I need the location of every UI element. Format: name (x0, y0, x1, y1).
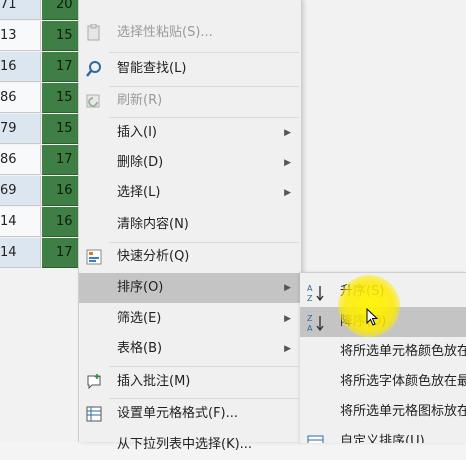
mouse-cursor-icon (366, 307, 380, 326)
cell-value: 16 (56, 214, 73, 229)
cell-value: 13 (0, 28, 17, 43)
submenu-item-label: 将所选单元格颜色放在最前面(C) (340, 344, 466, 359)
cell[interactable]: 14 (0, 207, 41, 237)
cell-value: 86 (0, 90, 17, 105)
format-cells-icon (85, 405, 103, 423)
menu-item-label: 插入批注(M) (117, 374, 191, 389)
cell[interactable]: 15 (42, 21, 80, 51)
menu-item-label: 插入(I) (117, 125, 157, 140)
cell-value: 15 (56, 121, 73, 136)
quick-analysis-icon (85, 248, 103, 266)
menu-item-smart-lookup[interactable]: 智能查找(L) (79, 54, 301, 84)
menu-item-label: 筛选(E) (117, 311, 162, 326)
menu-item-label: 删除(D) (117, 155, 164, 170)
submenu-arrow-icon: ▶ (284, 158, 291, 168)
menu-item-select[interactable]: 选择(L) ▶ (79, 178, 301, 208)
menu-item-label: 设置单元格格式(F)... (117, 406, 239, 421)
cell[interactable]: 86 (0, 83, 41, 113)
cell[interactable]: 17 (42, 145, 80, 175)
cell[interactable]: 15 (42, 114, 80, 144)
cell[interactable]: 86 (0, 145, 41, 175)
svg-text:Z: Z (307, 314, 313, 323)
cell[interactable]: 17 (42, 238, 80, 268)
paste-special-icon (85, 23, 103, 42)
cursor-highlight-spot (338, 275, 400, 337)
menu-item-pick-from-dropdown[interactable]: 从下拉列表中选择(K)... (79, 430, 301, 460)
submenu-item-font-color-first[interactable]: 将所选字体颜色放在最前面(F) (300, 367, 466, 397)
menu-item-label: 刷新(R) (117, 93, 163, 108)
cell[interactable]: 79 (0, 114, 41, 144)
svg-text:A: A (307, 284, 313, 293)
cell-value: 14 (0, 245, 17, 260)
menu-item-refresh[interactable]: 刷新(R) (79, 86, 301, 116)
refresh-icon (85, 92, 103, 110)
column-b-selected: 20 15 17 15 15 17 16 16 17 (42, 0, 80, 442)
menu-item-label: 快速分析(Q) (117, 249, 190, 264)
cell-value: 17 (56, 245, 73, 260)
cell-value: 79 (0, 121, 17, 136)
cell-value: 17 (56, 152, 73, 167)
cell[interactable]: 14 (0, 238, 41, 268)
submenu-arrow-icon: ▶ (284, 188, 291, 198)
cell-value: 69 (0, 183, 17, 198)
submenu-item-cell-color-first[interactable]: 将所选单元格颜色放在最前面(C) (300, 337, 466, 367)
menu-item-format-cells[interactable]: 设置单元格格式(F)... (79, 399, 301, 429)
cell-value: 20 (56, 0, 73, 12)
menu-item-filter[interactable]: 筛选(E) ▶ (79, 304, 301, 334)
cell-value: 71 (0, 0, 17, 12)
submenu-arrow-icon: ▶ (284, 283, 291, 293)
cell[interactable]: 20 (42, 0, 80, 20)
svg-text:A: A (307, 324, 313, 333)
submenu-arrow-icon: ▶ (284, 128, 291, 138)
cell[interactable]: 69 (0, 176, 41, 206)
cell-value: 15 (56, 90, 73, 105)
sort-descending-icon: ZA (306, 313, 326, 333)
cell-value: 16 (0, 59, 17, 74)
cell[interactable]: 17 (42, 52, 80, 82)
menu-separator (109, 52, 299, 53)
submenu-item-cell-icon-first[interactable]: 将所选单元格图标放在最前面(I) (300, 397, 466, 427)
menu-item-table[interactable]: 表格(B) ▶ (79, 334, 301, 364)
menu-item-delete[interactable]: 删除(D) ▶ (79, 148, 301, 178)
cell[interactable]: 15 (42, 83, 80, 113)
context-menu: 选择性粘贴(S)... 智能查找(L) 刷新(R) 插入(I) ▶ 删除(D) … (78, 0, 302, 452)
menu-item-label: 清除内容(N) (117, 217, 189, 232)
menu-item-label: 选择(L) (117, 185, 161, 200)
column-a: 71 13 16 86 79 86 69 14 14 (0, 0, 42, 442)
insert-comment-icon (85, 373, 103, 391)
cell[interactable]: 16 (42, 207, 80, 237)
submenu-item-custom-sort[interactable]: 自定义排序(U)... (300, 427, 466, 443)
submenu-item-label: 将所选单元格图标放在最前面(I) (340, 404, 466, 419)
cell-value: 86 (0, 152, 17, 167)
menu-item-clear-contents[interactable]: 清除内容(N) (79, 210, 301, 240)
menu-item-insert-comment[interactable]: 插入批注(M) (79, 367, 301, 397)
menu-item-paste-special[interactable]: 选择性粘贴(S)... (79, 18, 301, 48)
menu-item-label: 从下拉列表中选择(K)... (117, 437, 253, 452)
menu-item-label: 排序(O) (117, 280, 164, 295)
svg-text:Z: Z (307, 294, 313, 303)
submenu-arrow-icon: ▶ (284, 344, 291, 354)
cell-value: 16 (56, 183, 73, 198)
smart-lookup-icon (85, 60, 103, 78)
submenu-arrow-icon: ▶ (284, 314, 291, 324)
menu-item-sort[interactable]: 排序(O) ▶ (79, 273, 301, 303)
cell[interactable]: 13 (0, 21, 41, 51)
cell[interactable]: 16 (0, 52, 41, 82)
cell[interactable]: 71 (0, 0, 41, 20)
menu-item-label: 智能查找(L) (117, 61, 187, 76)
cell-value: 17 (56, 59, 73, 74)
menu-item-label: 选择性粘贴(S)... (117, 25, 213, 40)
menu-item-quick-analysis[interactable]: 快速分析(Q) (79, 242, 301, 272)
cell[interactable]: 16 (42, 176, 80, 206)
submenu-item-label: 将所选字体颜色放在最前面(F) (340, 374, 466, 389)
cell-value: 15 (56, 28, 73, 43)
menu-item-label: 表格(B) (117, 341, 163, 356)
submenu-item-label: 自定义排序(U)... (340, 434, 438, 443)
cell-value: 14 (0, 214, 17, 229)
sort-ascending-icon: AZ (306, 283, 326, 303)
menu-item-insert[interactable]: 插入(I) ▶ (79, 118, 301, 148)
